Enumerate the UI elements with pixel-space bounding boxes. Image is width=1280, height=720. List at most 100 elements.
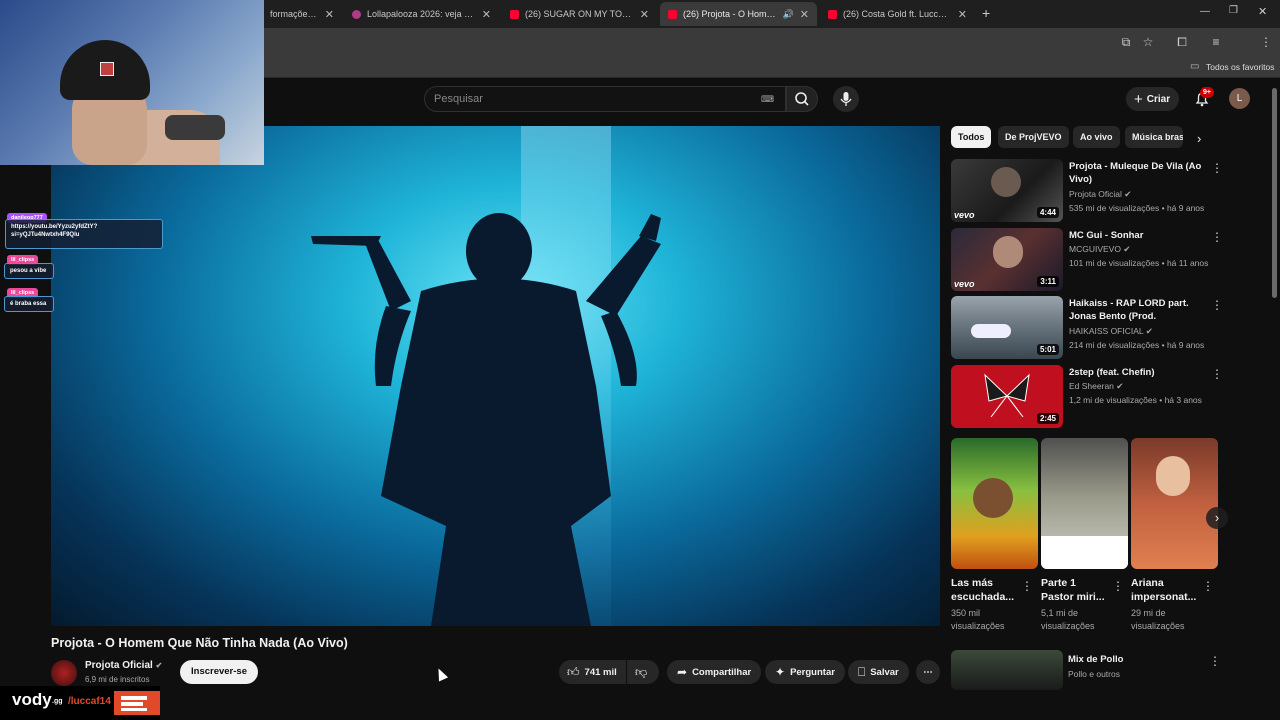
media-icon[interactable]: ≡	[1208, 34, 1224, 50]
more-actions-button[interactable]: ⋯	[916, 660, 940, 684]
chip-music[interactable]: Música bras	[1125, 126, 1183, 148]
reco-meta: 101 mi de visualizações • há 11 anos	[1069, 258, 1209, 268]
ask-button[interactable]: ✦ Perguntar	[765, 660, 845, 684]
voice-search-button[interactable]	[833, 86, 859, 112]
mix-subtitle: Pollo e outros	[1068, 669, 1120, 679]
reco-channel[interactable]: Projota Oficial ✔	[1069, 189, 1131, 200]
streamer-handle: /luccaf14	[68, 696, 111, 707]
more-icon[interactable]: ⋮	[1211, 367, 1223, 381]
save-button[interactable]: ⎕ Salvar	[848, 660, 909, 684]
reco-channel[interactable]: MCGUIVEVO ✔	[1069, 244, 1130, 255]
tab-2[interactable]: Lollapalooza 2026: veja o line-u ✕	[344, 2, 499, 26]
video-player[interactable]	[51, 126, 940, 626]
reco-meta: 535 mi de visualizações • há 9 anos	[1069, 203, 1205, 213]
chip-all[interactable]: Todos	[951, 126, 992, 148]
extensions-icon[interactable]: ⧠	[1174, 34, 1190, 50]
star-icon[interactable]: ☆	[1140, 34, 1156, 50]
search-icon	[795, 92, 809, 106]
reco-title[interactable]: MC Gui - Sonhar	[1069, 229, 1209, 242]
scrollbar-thumb[interactable]	[1272, 88, 1277, 298]
share-button[interactable]: ➦ Compartilhar	[667, 660, 762, 684]
create-button[interactable]: + Criar	[1126, 87, 1179, 111]
search-box[interactable]: Pesquisar ⌨	[424, 86, 786, 112]
minimize-icon[interactable]: —	[1200, 6, 1210, 17]
more-icon[interactable]: ⋮	[1211, 230, 1223, 244]
chip-projvevo[interactable]: De ProjVEVO	[998, 126, 1069, 148]
reco-title[interactable]: Projota - Muleque De Vila (Ao Vivo)	[1069, 160, 1209, 186]
reco-thumbnail[interactable]: vevo 4:44	[951, 159, 1063, 222]
reco-meta: 1,2 mi de visualizações • há 3 anos	[1069, 395, 1202, 405]
short-thumbnail[interactable]	[1131, 438, 1218, 569]
save-label: Salvar	[870, 666, 899, 678]
more-icon[interactable]: ⋮	[1258, 34, 1274, 50]
folder-icon: ▭	[1190, 61, 1200, 72]
keyboard-icon[interactable]: ⌨	[761, 94, 774, 105]
subscribe-button[interactable]: Inscrever-se	[180, 660, 258, 684]
thumb-person	[991, 167, 1021, 197]
reco-item[interactable]: vevo 3:11 MC Gui - Sonhar MCGUIVEVO ✔ 10…	[951, 228, 1223, 292]
account-avatar[interactable]: L	[1229, 88, 1250, 109]
speaker-icon[interactable]: 🔊	[783, 9, 794, 20]
reco-title[interactable]: Haikaiss - RAP LORD part. Jonas Bento (P…	[1069, 297, 1209, 324]
reco-thumbnail[interactable]: 5:01	[951, 296, 1063, 359]
close-icon[interactable]: ✕	[800, 8, 809, 21]
close-icon[interactable]: ✕	[640, 8, 649, 21]
close-icon[interactable]: ✕	[482, 8, 491, 21]
search-button[interactable]	[786, 86, 818, 112]
reco-channel[interactable]: Ed Sheeran ✔	[1069, 381, 1123, 392]
new-tab-icon[interactable]: +	[982, 5, 990, 21]
like-button[interactable]: 👍︎ 741 mil	[559, 660, 626, 684]
video-title: Projota - O Homem Que Não Tinha Nada (Ao…	[51, 636, 348, 650]
short-title[interactable]: Parte 1 Pastor miri...	[1041, 576, 1111, 604]
tab-title: (26) SUGAR ON MY TONGUE (C	[525, 9, 634, 19]
short-thumbnail[interactable]	[1041, 438, 1128, 569]
more-icon[interactable]: ⋮	[1211, 298, 1223, 312]
close-icon[interactable]: ✕	[325, 8, 334, 21]
window-close-icon[interactable]: ✕	[1258, 5, 1267, 18]
thumb-person	[1156, 456, 1190, 496]
thumb-person	[993, 236, 1023, 268]
channel-avatar[interactable]	[51, 660, 77, 686]
reco-item[interactable]: vevo 4:44 Projota - Muleque De Vila (Ao …	[951, 159, 1223, 223]
more-icon[interactable]: ⋮	[1209, 654, 1221, 668]
channel-name[interactable]: Projota Oficial ✔	[85, 660, 162, 671]
more-icon[interactable]: ⋮	[1112, 579, 1124, 593]
webcam-feed	[0, 0, 264, 165]
tab-title: (26) Costa Gold ft. Luccas Carlo	[843, 9, 952, 19]
reco-thumbnail[interactable]: 2:45	[951, 365, 1063, 428]
shorts-next-button[interactable]: ›	[1206, 507, 1228, 529]
close-icon[interactable]: ✕	[958, 8, 967, 21]
all-bookmarks-link[interactable]: Todos os favoritos	[1206, 62, 1275, 72]
performer-silhouette	[311, 213, 661, 626]
tab-1[interactable]: formações oficia ✕	[262, 2, 342, 26]
restore-icon[interactable]: ❐	[1229, 5, 1238, 16]
more-icon[interactable]: ⋮	[1211, 161, 1223, 175]
chevron-right-icon[interactable]: ›	[1197, 131, 1201, 146]
mix-title[interactable]: Mix de Pollo	[1068, 654, 1123, 665]
reco-item[interactable]: 2:45 2step (feat. Chefin) Ed Sheeran ✔ 1…	[951, 365, 1223, 429]
short-title[interactable]: Las más escuchada...	[951, 576, 1021, 604]
short-title[interactable]: Ariana impersonat...	[1131, 576, 1201, 604]
tab-5[interactable]: (26) Costa Gold ft. Luccas Carlo ✕	[820, 2, 975, 26]
tab-4-active[interactable]: (26) Projota - O Homem Q 🔊 ✕	[660, 2, 817, 26]
more-icon[interactable]: ⋮	[1202, 579, 1214, 593]
reco-title[interactable]: 2step (feat. Chefin)	[1069, 366, 1209, 379]
more-horizontal-icon: ⋯	[923, 666, 933, 678]
channel-name: MCGUIVEVO	[1069, 244, 1121, 254]
reco-thumbnail[interactable]: vevo 3:11	[951, 228, 1063, 291]
reco-item[interactable]: 5:01 Haikaiss - RAP LORD part. Jonas Ben…	[951, 296, 1223, 360]
short-thumbnail[interactable]	[951, 438, 1038, 569]
vody-logo: vody	[12, 690, 52, 709]
tab-3[interactable]: (26) SUGAR ON MY TONGUE (C ✕	[502, 2, 657, 26]
butterfly-art	[984, 373, 1030, 418]
more-icon[interactable]: ⋮	[1021, 579, 1033, 593]
notification-badge: 9+	[1200, 87, 1214, 98]
mix-thumbnail[interactable]	[951, 650, 1063, 690]
reco-channel[interactable]: HAIKAISS OFICIAL ✔	[1069, 326, 1153, 337]
cast-icon[interactable]: ⧉	[1118, 34, 1134, 50]
notifications-button[interactable]: 9+	[1193, 87, 1214, 108]
chip-live[interactable]: Ao vivo	[1073, 126, 1120, 148]
dislike-button[interactable]: 👎︎	[627, 660, 659, 684]
chevron-right-icon: ›	[1214, 510, 1220, 525]
search-input[interactable]: Pesquisar	[434, 93, 483, 105]
